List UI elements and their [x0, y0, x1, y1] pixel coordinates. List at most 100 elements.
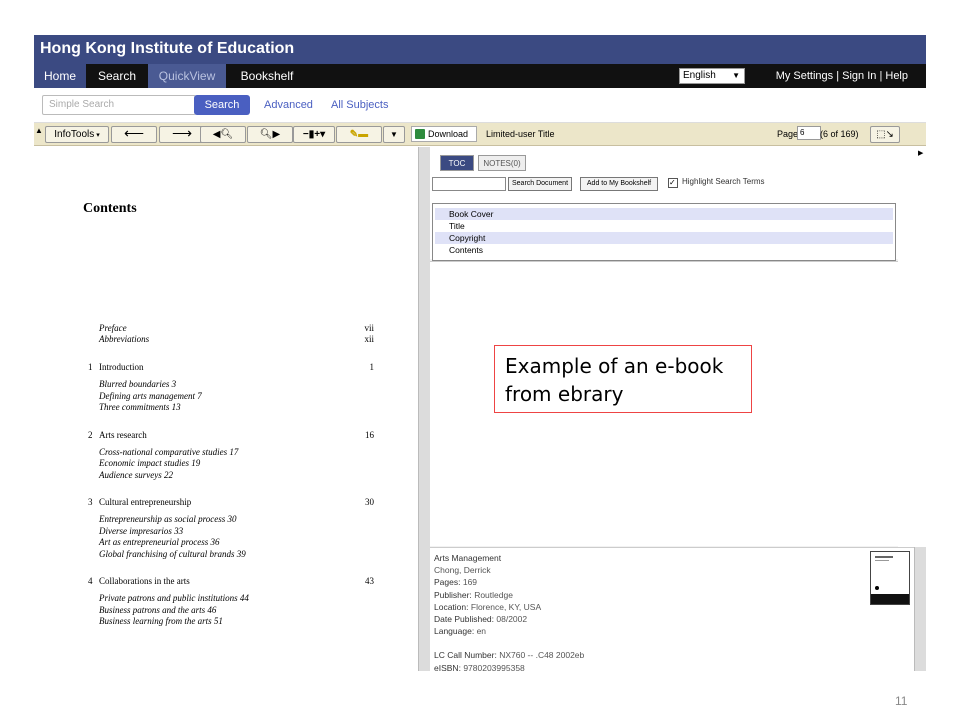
section-entry: Cross-national comparative studies 17	[99, 446, 239, 457]
contents-entry: Preface	[99, 323, 127, 333]
contents-page-number: 1	[369, 362, 375, 372]
callout-line-1: Example of an e-book	[505, 354, 724, 378]
account-links: My Settings | Sign In | Help	[776, 64, 908, 88]
search-row: Simple Search Search Advanced All Subjec…	[34, 88, 926, 123]
search-button[interactable]: Search	[194, 95, 250, 115]
collapse-up-icon[interactable]: ▲	[35, 126, 43, 135]
advanced-search-link[interactable]: Advanced	[264, 99, 313, 111]
toc-item-book-cover[interactable]: Book Cover	[435, 208, 893, 220]
book-pages: Pages: 169	[434, 577, 478, 588]
contents-page-number: 30	[365, 497, 374, 507]
document-page-view: Contents Preface vii Abbreviations xii 1 Intr…	[34, 147, 419, 671]
help-link[interactable]: Help	[885, 70, 908, 82]
book-author: Chong, Derrick	[434, 565, 491, 576]
language-value: English	[683, 70, 716, 81]
toc-item-title[interactable]: Title	[435, 220, 893, 232]
download-label: Download	[428, 129, 469, 139]
sign-in-link[interactable]: Sign In	[842, 70, 876, 82]
app-title: Hong Kong Institute of Education	[40, 40, 295, 57]
toc-item-copyright[interactable]: Copyright	[435, 232, 893, 244]
contents-page-number: vii	[364, 323, 374, 333]
chapter-number: 4	[88, 576, 93, 586]
search-previous-icon[interactable]: ◀🔍︎	[200, 126, 246, 143]
infotools-label: InfoTools	[54, 129, 95, 140]
annotation-callout: Example of an e-book from ebrary	[494, 345, 752, 413]
ebrary-window: Hong Kong Institute of Education Home Se…	[34, 35, 926, 671]
section-entry: Entrepreneurship as social process 30	[99, 514, 237, 524]
main-nav: Home Search QuickView Bookshelf English …	[34, 64, 926, 88]
all-subjects-link[interactable]: All Subjects	[331, 99, 388, 111]
section-entry: Defining arts management 7	[99, 390, 202, 401]
section-entry: Diverse impresarios 33	[99, 525, 184, 536]
download-button[interactable]: Download	[411, 126, 477, 142]
book-publisher: Publisher: Routledge	[434, 589, 513, 600]
title-status: Limited-user Title	[486, 129, 555, 139]
my-settings-link[interactable]: My Settings	[776, 70, 833, 82]
download-icon	[415, 129, 425, 139]
chapter-title: Collaborations in the arts	[99, 576, 190, 586]
chapter-title: Introduction	[99, 362, 144, 372]
chapter-title: Cultural entrepreneurship	[99, 497, 192, 507]
next-page-arrow-icon[interactable]: ⟶	[159, 126, 205, 143]
previous-page-arrow-icon[interactable]: ⟵	[111, 126, 157, 143]
tab-notes[interactable]: NOTES(0)	[478, 155, 526, 171]
highlighter-pen-icon[interactable]: ✎▬	[336, 126, 382, 143]
chapter-number: 2	[88, 429, 93, 440]
infotools-menu[interactable]: InfoTools ▾	[45, 126, 109, 143]
contents-page-number: xii	[364, 334, 374, 344]
book-isbn: eISBN: 9780203995358	[434, 662, 525, 671]
tab-quickview[interactable]: QuickView	[148, 64, 226, 88]
book-title: Arts Management	[434, 553, 502, 563]
info-scrollbar[interactable]	[914, 547, 926, 671]
section-entry: Art as entrepreneurial process 36	[99, 537, 220, 547]
slide-number: 11	[895, 694, 908, 708]
expand-right-icon[interactable]: ▶	[918, 149, 923, 157]
zoom-controls-icon[interactable]: −▮+▾	[293, 126, 335, 143]
panel-toggle-icon[interactable]: ⬚↘	[870, 126, 900, 143]
chapter-number: 1	[88, 362, 93, 372]
contents-page-number: 16	[365, 429, 374, 440]
tab-bookshelf[interactable]: Bookshelf	[226, 64, 308, 88]
add-to-bookshelf-button[interactable]: Add to My Bookshelf	[580, 177, 658, 191]
toc-list: Book Cover Title Copyright Contents	[432, 203, 896, 261]
book-lc-number: LC Call Number: NX760 -- .C48 2002eb	[434, 650, 585, 661]
contents-page-number: 43	[365, 576, 374, 586]
book-info: Arts Management Chong, Derrick Pages: 16…	[430, 547, 914, 671]
section-entry: Blurred boundaries 3	[99, 379, 177, 389]
page-heading: Contents	[83, 201, 137, 216]
tab-search[interactable]: Search	[86, 64, 148, 88]
book-location: Location: Florence, KY, USA	[434, 601, 542, 612]
toc-item-contents[interactable]: Contents	[435, 244, 893, 256]
chapter-number: 3	[88, 497, 93, 507]
book-page: Contents Preface vii Abbreviations xii 1 Intr…	[34, 147, 418, 671]
reader-toolbar: ▲ InfoTools ▾ ⟵ ⟶ ◀🔍︎ 🔍︎▶ −▮+▾ ✎▬ ▼ Down…	[34, 123, 926, 146]
section-entry: Three commitments 13	[99, 402, 181, 412]
callout-line-2: from ebrary	[505, 382, 624, 406]
section-entry: Private patrons and public institutions …	[99, 593, 249, 603]
book-date: Date Published: 08/2002	[434, 614, 528, 625]
document-search-input[interactable]	[432, 177, 506, 191]
simple-search-input[interactable]: Simple Search	[42, 95, 196, 115]
search-document-button[interactable]: Search Document	[508, 177, 572, 191]
search-next-icon[interactable]: 🔍︎▶	[247, 126, 293, 143]
dropdown-arrow-icon: ▼	[732, 71, 740, 80]
tab-toc[interactable]: TOC	[440, 155, 474, 171]
tab-home[interactable]: Home	[34, 64, 86, 88]
book-language: Language: en	[434, 626, 487, 637]
page-number-input[interactable]: 6	[797, 126, 821, 140]
section-entry: Audience surveys 22	[99, 469, 173, 480]
page-count: (6 of 169)	[820, 129, 859, 139]
header-bar: Hong Kong Institute of Education	[34, 35, 926, 64]
chevron-down-icon: ▾	[94, 132, 100, 139]
section-entry: Business learning from the arts 51	[99, 616, 223, 626]
highlight-checkbox[interactable]: ✓	[668, 178, 678, 188]
book-cover-thumbnail[interactable]	[870, 551, 910, 605]
chapter-title: Arts research	[99, 429, 147, 440]
language-select[interactable]: English ▼	[679, 68, 745, 84]
more-options-arrow-icon[interactable]: ▼	[383, 126, 405, 143]
toc-panel: TOC NOTES(0) Search Document Add to My B…	[430, 147, 898, 261]
contents-entry: Abbreviations	[99, 334, 150, 344]
section-entry: Business patrons and the arts 46	[99, 604, 217, 615]
section-entry: Global franchising of cultural brands 39	[99, 548, 246, 559]
